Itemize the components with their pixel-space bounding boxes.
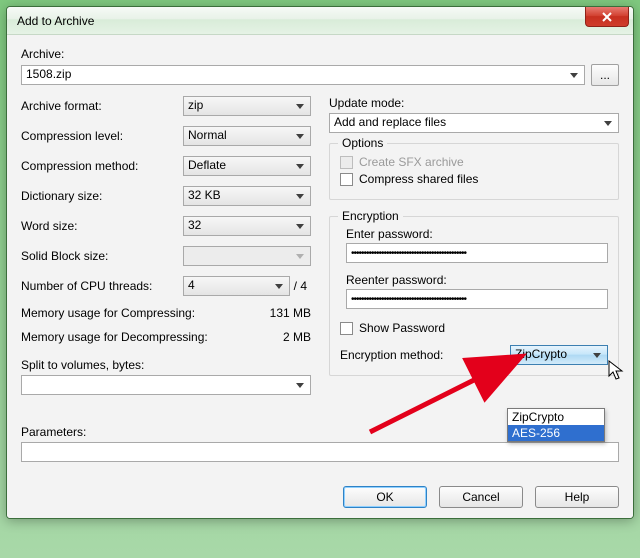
- split-combo[interactable]: [21, 375, 311, 395]
- repassword-label: Reenter password:: [346, 273, 608, 287]
- help-button[interactable]: Help: [535, 486, 619, 508]
- update-combo[interactable]: Add and replace files: [329, 113, 619, 133]
- dict-combo[interactable]: 32 KB: [183, 186, 311, 206]
- update-label: Update mode:: [329, 96, 619, 110]
- close-icon: [601, 12, 613, 22]
- parameters-input[interactable]: [21, 442, 619, 462]
- archive-combo[interactable]: 1508.zip: [21, 65, 585, 85]
- client-area: Archive: 1508.zip ... Archive format: zi…: [7, 35, 633, 518]
- level-label: Compression level:: [21, 129, 177, 143]
- threads-combo[interactable]: 4: [183, 276, 290, 296]
- level-combo[interactable]: Normal: [183, 126, 311, 146]
- method-combo[interactable]: Deflate: [183, 156, 311, 176]
- repassword-input[interactable]: [346, 289, 608, 309]
- browse-button[interactable]: ...: [591, 64, 619, 86]
- ok-button[interactable]: OK: [343, 486, 427, 508]
- encryption-group: Encryption Enter password: Reenter passw…: [329, 216, 619, 376]
- dict-label: Dictionary size:: [21, 189, 177, 203]
- split-label: Split to volumes, bytes:: [21, 358, 311, 372]
- password-label: Enter password:: [346, 227, 608, 241]
- right-column: Update mode: Add and replace files Optio…: [329, 96, 619, 395]
- options-legend: Options: [338, 136, 387, 150]
- format-label: Archive format:: [21, 99, 177, 113]
- checkbox-icon: [340, 173, 353, 186]
- method-label: Compression method:: [21, 159, 177, 173]
- title-bar: Add to Archive: [7, 7, 633, 35]
- threads-label: Number of CPU threads:: [21, 279, 177, 293]
- sfx-checkbox-row: Create SFX archive: [340, 155, 608, 169]
- mem-decomp-label: Memory usage for Decompressing:: [21, 330, 208, 344]
- cancel-button[interactable]: Cancel: [439, 486, 523, 508]
- encmethod-combo[interactable]: ZipCrypto: [510, 345, 608, 365]
- window-title: Add to Archive: [17, 14, 94, 28]
- word-label: Word size:: [21, 219, 177, 233]
- mem-comp-value: 131 MB: [270, 306, 311, 320]
- mem-decomp-value: 2 MB: [283, 330, 311, 344]
- archive-label: Archive:: [21, 47, 619, 61]
- solid-combo: [183, 246, 311, 266]
- left-column: Archive format: zip Compression level: N…: [21, 96, 311, 395]
- encmethod-dropdown[interactable]: ZipCrypto AES-256: [507, 408, 605, 442]
- checkbox-icon: [340, 156, 353, 169]
- checkbox-icon: [340, 322, 353, 335]
- solid-label: Solid Block size:: [21, 249, 177, 263]
- archive-value: 1508.zip: [26, 67, 566, 81]
- sfx-label: Create SFX archive: [359, 155, 464, 169]
- showpwd-checkbox-row[interactable]: Show Password: [340, 321, 608, 335]
- encmethod-option-zipcrypto[interactable]: ZipCrypto: [508, 409, 604, 425]
- shared-checkbox-row[interactable]: Compress shared files: [340, 172, 608, 186]
- button-bar: OK Cancel Help: [21, 476, 619, 508]
- password-input[interactable]: [346, 243, 608, 263]
- encryption-legend: Encryption: [338, 209, 403, 223]
- word-combo[interactable]: 32: [183, 216, 311, 236]
- encmethod-option-aes256[interactable]: AES-256: [508, 425, 604, 441]
- dialog-window: Add to Archive Archive: 1508.zip ... Arc…: [6, 6, 634, 519]
- threads-total: / 4: [294, 279, 311, 293]
- options-group: Options Create SFX archive Compress shar…: [329, 143, 619, 200]
- encmethod-label: Encryption method:: [340, 348, 502, 362]
- shared-label: Compress shared files: [359, 172, 478, 186]
- format-combo[interactable]: zip: [183, 96, 311, 116]
- browse-label: ...: [600, 68, 610, 82]
- close-button[interactable]: [585, 7, 629, 27]
- showpwd-label: Show Password: [359, 321, 445, 335]
- mem-comp-label: Memory usage for Compressing:: [21, 306, 195, 320]
